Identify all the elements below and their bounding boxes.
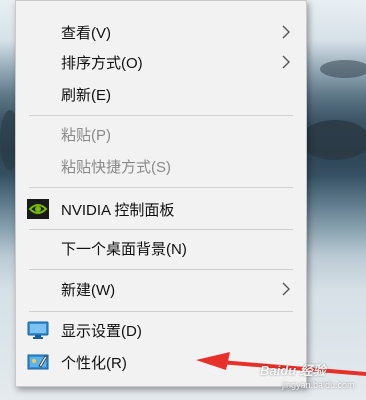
menu-item-display-settings[interactable]: 显示设置(D) [16,315,306,345]
menu-item-label: 排序方式(O) [61,54,143,72]
menu-item-new[interactable]: 新建(W) [16,274,306,304]
wallpaper-rock [300,120,366,160]
desktop-context-menu: 查看(V) 排序方式(O) 刷新(E) 粘贴(P) 粘贴快捷方式(S) NVID… [15,0,307,387]
menu-item-label: 刷新(E) [61,86,111,104]
menu-item-label: 查看(V) [61,24,111,42]
menu-item-view[interactable]: 查看(V) [16,17,306,47]
menu-item-label: 显示设置(D) [61,322,142,340]
menu-separator [29,269,293,270]
baidu-watermark-url: jingyan.baidu.com [282,380,355,390]
menu-item-label: 粘贴快捷方式(S) [61,158,171,176]
menu-item-label: 粘贴(P) [61,126,111,144]
menu-item-label: 下一个桌面背景(N) [61,240,187,258]
chevron-right-icon [282,55,290,69]
wallpaper-rock [320,60,366,78]
menu-separator [29,229,293,230]
baidu-watermark: Baidu 经验 [260,363,326,378]
chevron-right-icon [282,282,290,296]
menu-item-nvidia-control-panel[interactable]: NVIDIA 控制面板 [16,194,306,224]
menu-item-label: 个性化(R) [61,354,127,372]
nvidia-icon [27,199,49,219]
menu-item-paste-shortcut: 粘贴快捷方式(S) [16,151,306,181]
display-icon [27,321,49,339]
menu-item-paste: 粘贴(P) [16,119,306,149]
menu-item-next-desktop-background[interactable]: 下一个桌面背景(N) [16,233,306,263]
menu-item-label: 新建(W) [61,281,116,299]
menu-item-label: NVIDIA 控制面板 [61,201,175,219]
menu-item-refresh[interactable]: 刷新(E) [16,79,306,109]
menu-item-sort-by[interactable]: 排序方式(O) [16,47,306,77]
menu-separator [29,115,293,116]
menu-separator [29,311,293,312]
chevron-right-icon [282,25,290,39]
personalize-icon [27,354,49,370]
menu-separator [29,187,293,188]
